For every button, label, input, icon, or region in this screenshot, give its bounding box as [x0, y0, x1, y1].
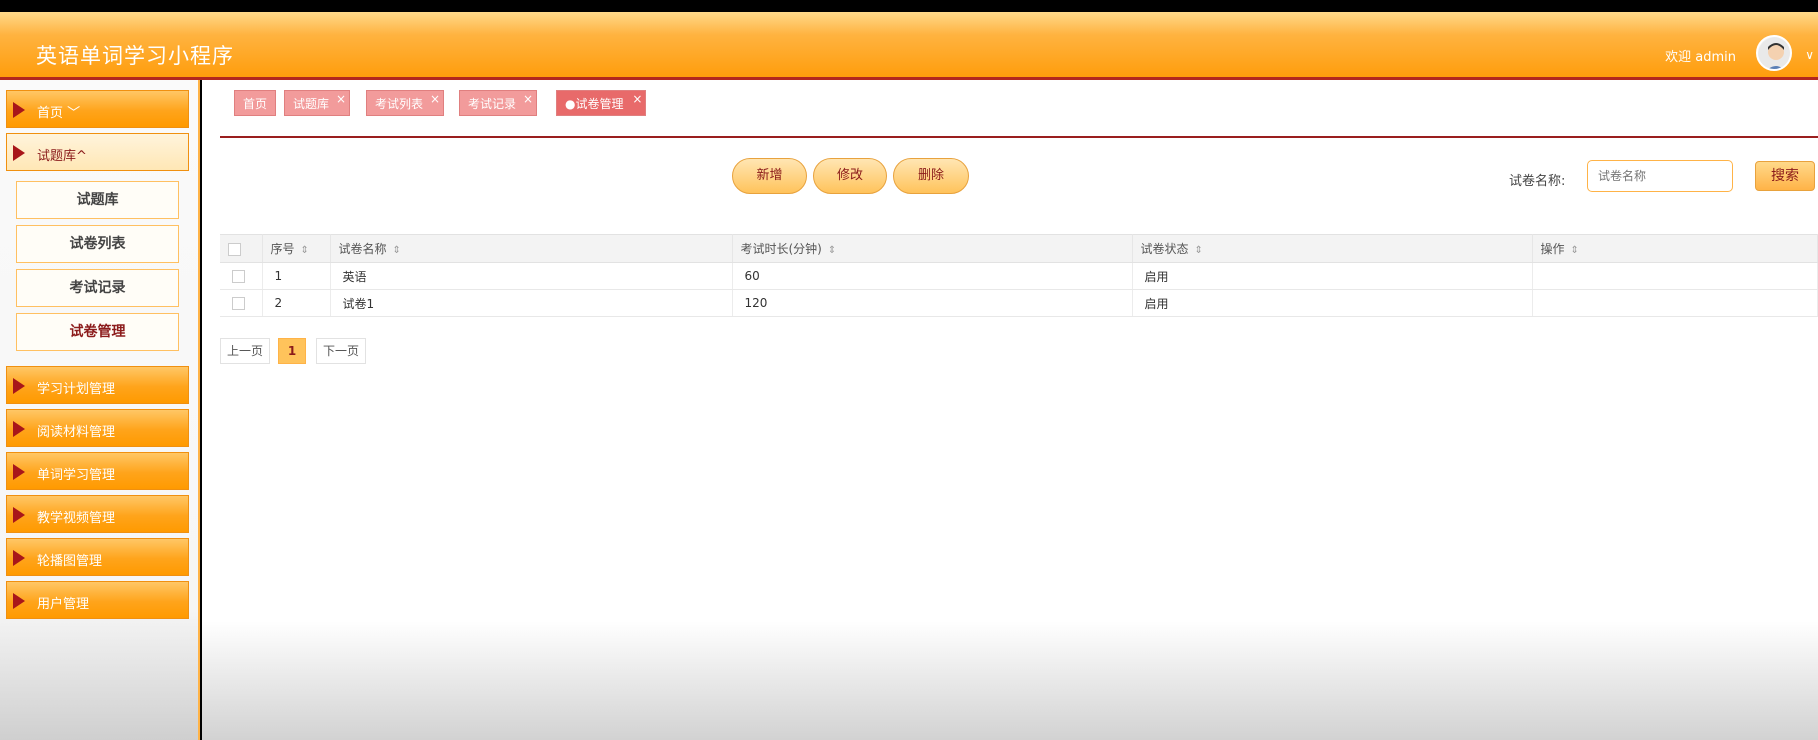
tab-exam-records[interactable]: 考试记录 × — [459, 90, 538, 116]
prev-page-button[interactable]: 上一页 — [220, 338, 270, 364]
cell-no: 1 — [262, 262, 331, 290]
cell-duration: 60 — [732, 262, 1133, 290]
chevron-down-icon[interactable]: ∨ — [1805, 48, 1814, 62]
tab-label: 试题库 — [293, 97, 330, 111]
delete-button[interactable]: 删除 — [893, 158, 969, 194]
cell-status: 启用 — [1132, 289, 1533, 317]
sort-icon[interactable]: ⇕ — [1571, 245, 1579, 256]
edit-button[interactable]: 修改 — [813, 158, 887, 194]
top-black-bar — [0, 0, 1818, 12]
tab-home[interactable]: 首页 — [234, 90, 277, 116]
tab-label: 考试列表 — [375, 97, 424, 111]
sidebar-item-label: 学习计划管理 — [37, 382, 116, 397]
sidebar-item-home[interactable]: 首页 ﹀ — [6, 90, 189, 128]
app-header: 英语单词学习小程序 欢迎 admin ∨ — [0, 12, 1818, 80]
submenu-paper-list[interactable]: 试卷列表 — [16, 225, 179, 263]
triangle-right-icon — [13, 102, 25, 118]
avatar[interactable] — [1756, 35, 1792, 71]
table-header-row: 序号 ⇕ 试卷名称 ⇕ 考试时长(分钟) ⇕ 试卷状态 ⇕ 操作 ⇕ — [220, 234, 1818, 263]
cell-no: 2 — [262, 289, 331, 317]
tab-label: ●试卷管理 — [565, 97, 624, 111]
sort-icon[interactable]: ⇕ — [301, 245, 309, 256]
sidebar-item-users[interactable]: 用户管理 — [6, 581, 189, 619]
sidebar-item-videos[interactable]: 教学视频管理 — [6, 495, 189, 533]
column-header[interactable]: 操作 ⇕ — [1532, 234, 1818, 263]
cell-operation — [1532, 289, 1818, 317]
tab-paper-management[interactable]: ●试卷管理 × — [556, 90, 647, 116]
user-avatar-icon — [1758, 37, 1790, 69]
column-header[interactable]: 考试时长(分钟) ⇕ — [732, 234, 1133, 263]
close-icon[interactable]: × — [632, 86, 642, 112]
sort-icon[interactable]: ⇕ — [828, 245, 836, 256]
row-checkbox[interactable] — [232, 270, 245, 283]
triangle-right-icon — [13, 464, 25, 480]
divider — [220, 136, 1818, 138]
cell-status: 启用 — [1132, 262, 1533, 290]
cell-duration: 120 — [732, 289, 1133, 317]
sidebar-item-reading[interactable]: 阅读材料管理 — [6, 409, 189, 447]
sort-icon[interactable]: ⇕ — [1195, 245, 1203, 256]
welcome-text: 欢迎 admin — [1665, 50, 1736, 65]
close-icon[interactable]: × — [336, 86, 346, 112]
sidebar-item-label: 首页 ﹀ — [37, 106, 81, 121]
sidebar-item-study-plan[interactable]: 学习计划管理 — [6, 366, 189, 404]
search-input[interactable] — [1587, 160, 1733, 192]
close-icon[interactable]: × — [430, 86, 440, 112]
search-button[interactable]: 搜索 — [1755, 161, 1815, 191]
triangle-right-icon — [13, 145, 25, 161]
sidebar-item-label: 单词学习管理 — [37, 468, 116, 483]
cell-name: 试卷1 — [330, 289, 733, 317]
table-row[interactable]: 2 试卷1 120 启用 — [220, 289, 1818, 317]
triangle-right-icon — [13, 593, 25, 609]
sidebar-item-label: 试题库^ — [37, 149, 87, 164]
sidebar-item-label: 阅读材料管理 — [37, 425, 116, 440]
sidebar-item-word-study[interactable]: 单词学习管理 — [6, 452, 189, 490]
main-content: 首页 试题库 × 考试列表 × 考试记录 × ●试卷管理 × 新增 修改 删除 … — [202, 80, 1818, 740]
cell-name: 英语 — [330, 262, 733, 290]
submenu-question-bank[interactable]: 试题库 — [16, 181, 179, 219]
sort-icon[interactable]: ⇕ — [393, 245, 401, 256]
papers-table: 序号 ⇕ 试卷名称 ⇕ 考试时长(分钟) ⇕ 试卷状态 ⇕ 操作 ⇕ 1 英语 60 启用… — [220, 234, 1818, 317]
submenu-exam-records[interactable]: 考试记录 — [16, 269, 179, 307]
app-title: 英语单词学习小程序 — [36, 44, 234, 68]
triangle-right-icon — [13, 378, 25, 394]
column-header[interactable]: 序号 ⇕ — [262, 234, 331, 263]
tab-label: 首页 — [243, 97, 268, 111]
tab-label: 考试记录 — [468, 97, 517, 111]
triangle-right-icon — [13, 421, 25, 437]
cell-operation — [1532, 262, 1818, 290]
tab-question-bank[interactable]: 试题库 × — [284, 90, 351, 116]
sidebar-item-question-bank[interactable]: 试题库^ — [6, 133, 189, 171]
sidebar-item-label: 教学视频管理 — [37, 511, 116, 526]
close-icon[interactable]: × — [523, 86, 533, 112]
page-number-button[interactable]: 1 — [278, 338, 306, 364]
column-header[interactable]: 试卷名称 ⇕ — [330, 234, 733, 263]
sidebar: 首页 ﹀ 试题库^ 试题库 试卷列表 考试记录 试卷管理 学习计划管理 阅读材料… — [0, 80, 200, 740]
triangle-right-icon — [13, 550, 25, 566]
sidebar-item-carousel[interactable]: 轮播图管理 — [6, 538, 189, 576]
tab-exam-list[interactable]: 考试列表 × — [366, 90, 445, 116]
add-button[interactable]: 新增 — [732, 158, 807, 194]
triangle-right-icon — [13, 507, 25, 523]
submenu-paper-management[interactable]: 试卷管理 — [16, 313, 179, 351]
column-header[interactable]: 试卷状态 ⇕ — [1132, 234, 1533, 263]
search-label: 试卷名称: — [1509, 174, 1566, 189]
sidebar-item-label: 用户管理 — [37, 597, 90, 612]
row-checkbox[interactable] — [232, 297, 245, 310]
sidebar-item-label: 轮播图管理 — [37, 554, 103, 569]
next-page-button[interactable]: 下一页 — [316, 338, 366, 364]
select-all-checkbox[interactable] — [228, 242, 241, 256]
table-row[interactable]: 1 英语 60 启用 — [220, 262, 1818, 290]
